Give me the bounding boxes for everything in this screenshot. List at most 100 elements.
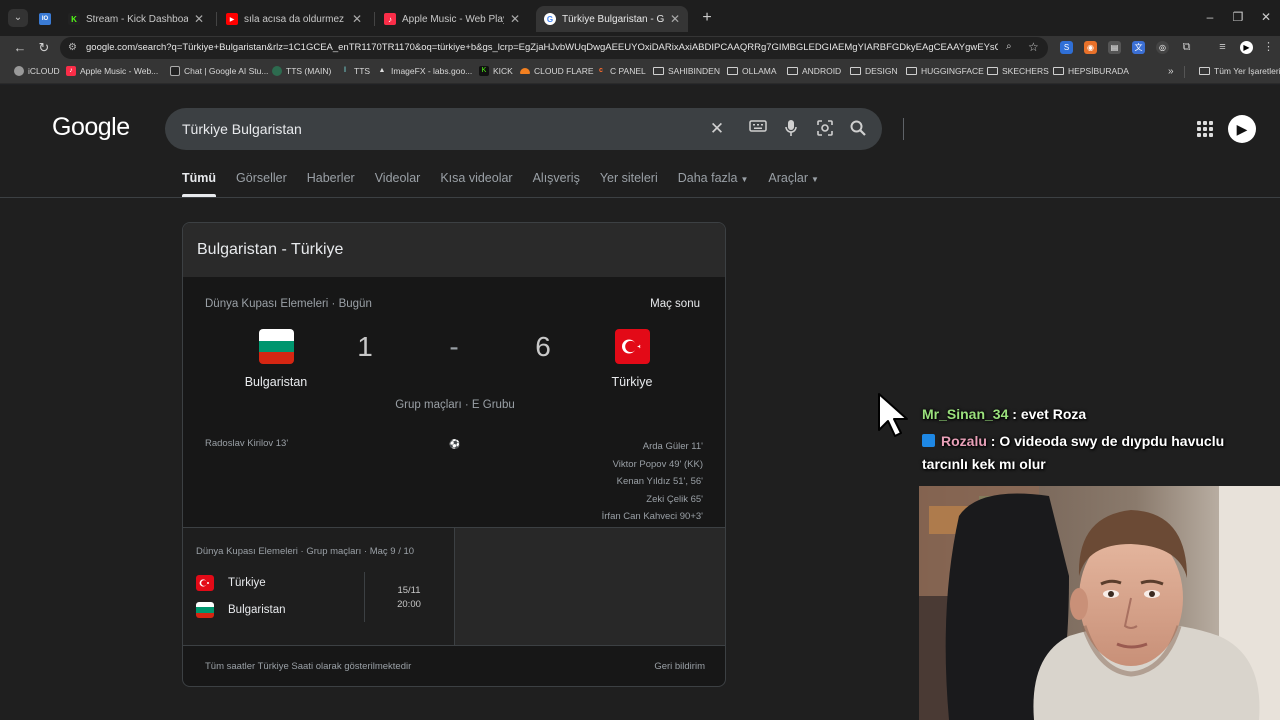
folder-icon [727, 67, 738, 75]
profile-avatar-icon[interactable]: ▶ [1240, 41, 1253, 54]
bulgaria-flag-icon [196, 602, 214, 618]
card-footer: Tüm saatler Türkiye Saati olarak gösteri… [183, 645, 725, 686]
media-controls-icon[interactable]: ≡ [1216, 41, 1229, 54]
chat-overlay: Mr_Sinan_34 : evet Roza Rozalu : O video… [922, 403, 1262, 480]
tab-pinned[interactable]: IO [34, 6, 56, 32]
tab-all[interactable]: Tümü [182, 171, 217, 197]
bookmark-item[interactable]: Chat | Google AI Stu... [170, 66, 268, 76]
tab-youtube[interactable]: ▶ sıla acısa da oldurmez - YouTub ✕ [218, 6, 370, 32]
lens-icon[interactable] [815, 119, 835, 139]
tab-places[interactable]: Yer siteleri [600, 171, 658, 195]
tab-images[interactable]: Görseller [236, 171, 287, 195]
match-status: Maç sonu [650, 298, 700, 310]
chat-text: : evet Roza [1008, 406, 1087, 422]
bookmark-folder[interactable]: HEPSİBURADA [1053, 66, 1129, 76]
tab-close-icon[interactable]: ✕ [670, 12, 680, 26]
bookmark-item[interactable]: CLOUD FLARE [520, 66, 594, 76]
bookmark-label: TTS (MAIN) [286, 66, 332, 76]
browser-toolbar: ← ↻ ⚙ google.com/search?q=Türkiye+Bulgar… [0, 36, 1280, 60]
bookmark-star-icon[interactable]: ☆ [1028, 40, 1039, 54]
tab-shopping[interactable]: Alışveriş [533, 171, 580, 195]
zoom-icon[interactable]: ⌕ [1006, 41, 1012, 52]
extension-icon[interactable]: S [1060, 41, 1073, 54]
tab-news[interactable]: Haberler [307, 171, 355, 195]
soccer-ball-icon: ⚽ [449, 439, 461, 449]
turkey-flag-icon[interactable] [615, 329, 650, 364]
bookmark-label: HEPSİBURADA [1068, 66, 1129, 76]
extension-icon[interactable]: ▤ [1108, 41, 1121, 54]
cpanel-icon: c [599, 67, 603, 74]
bookmark-folder[interactable]: ANDROID [787, 66, 841, 76]
tab-title: Stream - Kick Dashboard [86, 13, 188, 25]
bookmark-folder[interactable]: SKECHERS [987, 66, 1049, 76]
bookmark-folder[interactable]: OLLAMA [727, 66, 777, 76]
reload-icon[interactable]: ↻ [35, 39, 53, 57]
search-box[interactable]: ✕ [165, 108, 904, 150]
tab-tools[interactable]: Araçlar ▼ [768, 171, 819, 195]
google-apps-icon[interactable] [1197, 121, 1213, 137]
tab-apple-music[interactable]: ♪ Apple Music - Web Player ✕ [376, 6, 528, 32]
back-icon[interactable]: ← [11, 39, 29, 57]
bookmark-label: HUGGINGFACE [921, 66, 984, 76]
url-text[interactable]: google.com/search?q=Türkiye+Bulgaristan&… [86, 41, 998, 55]
tab-more[interactable]: Daha fazla ▼ [678, 171, 749, 195]
new-tab-icon[interactable]: + [698, 9, 716, 27]
match-title[interactable]: Bulgaristan - Türkiye [197, 241, 343, 259]
bookmarks-overflow-icon[interactable]: » [1168, 66, 1174, 77]
folder-icon [906, 67, 917, 75]
tab-close-icon[interactable]: ✕ [352, 12, 362, 26]
chat-username: Mr_Sinan_34 [922, 406, 1009, 422]
folder-icon [787, 67, 798, 75]
tab-close-icon[interactable]: ✕ [510, 12, 520, 26]
tab-title: Türkiye Bulgaristan - Google'da [562, 13, 664, 25]
bookmark-item[interactable]: K KICK [479, 66, 513, 76]
home-team-name[interactable]: Bulgaristan [206, 375, 346, 389]
tab-short-videos[interactable]: Kısa videolar [440, 171, 512, 195]
voice-search-icon[interactable] [781, 119, 801, 139]
tab-close-icon[interactable]: ✕ [194, 12, 204, 26]
extension-icon[interactable]: ◎ [1156, 41, 1169, 54]
menu-kebab-icon[interactable]: ⋮ [1262, 41, 1275, 54]
feedback-link[interactable]: Geri bildirim [654, 661, 705, 672]
tab-google-search[interactable]: G Türkiye Bulgaristan - Google'da ✕ [536, 6, 688, 32]
bookmark-label: SAHIBINDEN [668, 66, 720, 76]
tab-videos[interactable]: Videolar [375, 171, 421, 195]
bookmark-item[interactable]: ‖ TTS [340, 66, 371, 76]
tab-search-icon[interactable]: ⌄ [8, 9, 28, 27]
extensions-puzzle-icon[interactable]: ⧉ [1180, 41, 1193, 54]
search-icon[interactable] [848, 119, 868, 139]
tab-more-label: Daha fazla [677, 171, 738, 185]
keyboard-icon[interactable] [748, 119, 768, 139]
site-info-icon[interactable]: ⚙ [68, 42, 80, 54]
bulgaria-flag-icon[interactable] [259, 329, 294, 364]
bookmark-label: DESIGN [865, 66, 898, 76]
cloudflare-icon [520, 68, 530, 74]
extension-icon[interactable]: ◉ [1084, 41, 1097, 54]
bookmark-folder[interactable]: HUGGINGFACE [906, 66, 984, 76]
bookmark-item[interactable]: ▲ ImageFX - labs.goo... [377, 66, 473, 76]
tab-kick-dashboard[interactable]: K Stream - Kick Dashboard ✕ [60, 6, 212, 32]
maximize-icon[interactable]: ❐ [1228, 10, 1248, 24]
bookmark-item[interactable]: iCLOUD [14, 66, 60, 76]
bookmark-item[interactable]: TTS (MAIN) [272, 66, 331, 76]
bookmark-folder[interactable]: SAHIBINDEN [653, 66, 720, 76]
next-match-item[interactable]: Dünya Kupası Elemeleri · Grup maçları · … [183, 528, 454, 646]
clear-search-icon[interactable]: ✕ [707, 119, 727, 139]
imagefx-icon: ▲ [378, 67, 386, 74]
close-window-icon[interactable]: ✕ [1256, 10, 1276, 24]
bookmark-label: SKECHERS [1002, 66, 1049, 76]
account-avatar[interactable]: ▶ [1228, 115, 1256, 143]
bookmark-folder[interactable]: DESIGN [850, 66, 898, 76]
folder-icon [1199, 67, 1210, 75]
all-bookmarks[interactable]: Tüm Yer İşaretleri [1199, 66, 1280, 76]
google-logo[interactable]: Google [52, 113, 130, 142]
search-input[interactable] [182, 117, 682, 141]
away-team-name[interactable]: Türkiye [562, 375, 702, 389]
away-score: 6 [535, 331, 551, 362]
translate-icon[interactable]: 文 [1132, 41, 1145, 54]
bookmark-item[interactable]: c C PANEL [596, 66, 646, 76]
minimize-icon[interactable]: – [1200, 10, 1220, 24]
next-team-1: Türkiye [228, 577, 266, 589]
bookmark-item[interactable]: ♪ Apple Music - Web... [66, 66, 158, 76]
address-bar[interactable]: ⚙ google.com/search?q=Türkiye+Bulgarista… [60, 37, 1048, 59]
